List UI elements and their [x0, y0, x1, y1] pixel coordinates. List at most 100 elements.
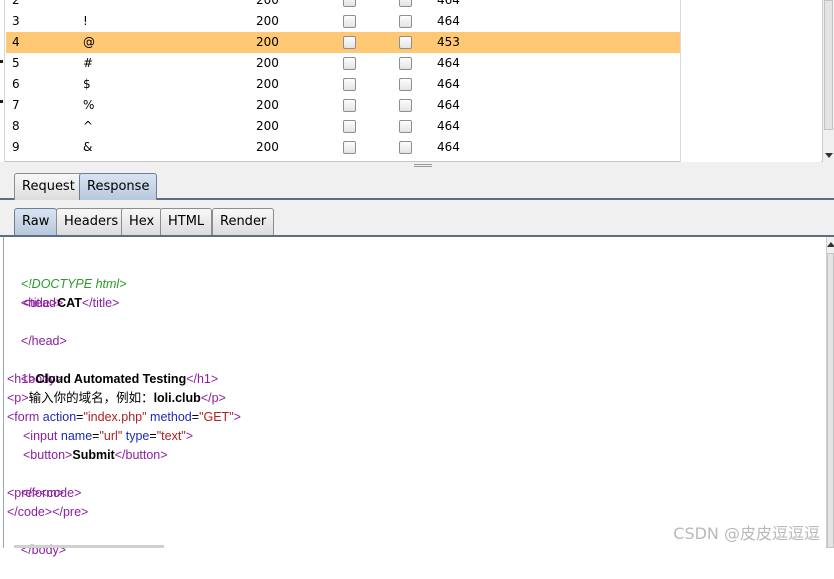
p-bold-text: loli.club [153, 391, 201, 405]
row-number: 8 [12, 119, 20, 133]
row-length: 464 [437, 0, 460, 7]
row-error-checkbox[interactable] [343, 141, 356, 154]
row-number: 6 [12, 77, 20, 91]
row-timeout-checkbox[interactable] [399, 120, 412, 133]
title-open-tag: <title> [23, 296, 58, 310]
code-open-tag: <code> [39, 486, 82, 500]
button-text: Submit [72, 448, 115, 462]
row-status: 200 [256, 77, 279, 91]
row-number: 5 [12, 56, 20, 70]
row-error-checkbox[interactable] [343, 99, 356, 112]
code-line: <input name="url" type="text"> [23, 427, 193, 446]
row-timeout-checkbox[interactable] [399, 15, 412, 28]
row-status: 200 [256, 56, 279, 70]
scrollbar-thumb[interactable] [827, 253, 834, 548]
row-timeout-checkbox[interactable] [399, 0, 412, 7]
row-payload: $ [83, 77, 91, 91]
gutter-mark [0, 60, 3, 63]
tab-response[interactable]: Response [79, 173, 158, 200]
table-empty-area [680, 0, 821, 162]
code-line: <head> [7, 275, 63, 310]
results-scrollbar[interactable] [822, 0, 834, 162]
code-line: <body> [7, 351, 63, 386]
code-line: <pre><code> [7, 484, 81, 503]
row-error-checkbox[interactable] [343, 78, 356, 91]
row-status: 200 [256, 119, 279, 133]
pre-open-tag: <pre> [7, 486, 40, 500]
form-method-attr: method [150, 410, 192, 424]
row-timeout-checkbox[interactable] [399, 99, 412, 112]
tab-raw[interactable]: Raw [14, 208, 58, 235]
row-timeout-checkbox[interactable] [399, 141, 412, 154]
code-line: <button>Submit</button> [23, 446, 168, 465]
h1-close-tag: </h1> [186, 372, 219, 386]
input-name-value: "url" [99, 429, 123, 443]
row-number: 7 [12, 98, 20, 112]
form-tag-start: <form [7, 410, 40, 424]
code-close-tag: </code> [7, 505, 53, 519]
row-error-checkbox[interactable] [343, 120, 356, 133]
row-length: 464 [437, 56, 460, 70]
code-line: </head> [7, 313, 67, 348]
row-number: 3 [12, 14, 20, 28]
table-row[interactable]: 2 200 464 [6, 0, 680, 11]
table-row[interactable]: 6 $200 464 [6, 74, 680, 95]
pane-splitter[interactable] [0, 162, 834, 170]
equals-sign: = [191, 410, 200, 424]
input-type-attr: type [125, 429, 150, 443]
row-status: 200 [256, 0, 279, 7]
row-status: 200 [256, 98, 279, 112]
code-line: <!DOCTYPE html> [7, 256, 127, 291]
table-row[interactable]: 7% 200 464 [6, 95, 680, 116]
tab-request[interactable]: Request [14, 173, 83, 200]
view-tabs: Raw Headers Hex HTML Render [0, 200, 834, 237]
tab-hex[interactable]: Hex [121, 208, 163, 235]
p-open-tag: <p> [7, 391, 29, 405]
tag-end: > [233, 410, 241, 424]
code-line: <p>输入你的域名，例如：loli.club</p> [7, 389, 226, 408]
row-number: 4 [12, 35, 20, 49]
h1-open-tag: <h1> [7, 372, 36, 386]
scrollbar-thumb[interactable] [824, 0, 833, 130]
row-payload: % [83, 98, 95, 112]
tag-end: > [185, 429, 194, 443]
row-number: 9 [12, 140, 20, 154]
code-line: </body> [7, 522, 66, 557]
table-row[interactable]: 3! 200 464 [6, 11, 680, 32]
results-table: 2 200 464 3! 200 464 4 @200 453 5 #200 464 6 $200 464 7… [0, 0, 834, 162]
message-tabs: Request Response [0, 170, 834, 200]
table-row[interactable]: 4 @200 453 [6, 32, 680, 53]
results-rows: 2 200 464 3! 200 464 4 @200 453 5 #200 464 6 $200 464 7… [6, 0, 680, 158]
row-payload: & [83, 140, 93, 154]
row-timeout-checkbox[interactable] [399, 36, 412, 49]
form-action-attr: action [42, 410, 77, 424]
scroll-down-icon[interactable] [825, 153, 833, 158]
code-line: </form> [7, 465, 64, 500]
row-status: 200 [256, 35, 279, 49]
row-timeout-checkbox[interactable] [399, 57, 412, 70]
p-text: 输入你的域名，例如： [28, 391, 154, 405]
input-tag-start: <input [23, 429, 58, 443]
table-row[interactable]: 8 ^ 200 464 [6, 116, 680, 137]
tab-render[interactable]: Render [212, 208, 275, 235]
row-length: 453 [437, 35, 460, 49]
row-error-checkbox[interactable] [343, 57, 356, 70]
table-row[interactable]: 5 #200 464 [6, 53, 680, 74]
row-error-checkbox[interactable] [343, 15, 356, 28]
tab-html[interactable]: HTML [160, 208, 213, 235]
response-editor[interactable]: <!DOCTYPE html> <head> <title>CAT</title… [3, 237, 829, 557]
tab-headers[interactable]: Headers [56, 208, 127, 235]
row-error-checkbox[interactable] [343, 0, 356, 7]
row-length: 464 [437, 14, 460, 28]
title-text: CAT [57, 296, 82, 310]
row-length: 464 [437, 140, 460, 154]
table-row[interactable]: 9 & 200 464 [6, 137, 680, 158]
editor-scrollbar[interactable] [826, 237, 834, 548]
row-error-checkbox[interactable] [343, 36, 356, 49]
scroll-up-icon[interactable] [827, 242, 834, 247]
row-timeout-checkbox[interactable] [399, 78, 412, 91]
row-payload: # [83, 56, 94, 70]
splitter-grip-icon[interactable] [414, 164, 432, 167]
button-close-tag: </button> [114, 448, 168, 462]
title-close-tag: </title> [81, 296, 120, 310]
